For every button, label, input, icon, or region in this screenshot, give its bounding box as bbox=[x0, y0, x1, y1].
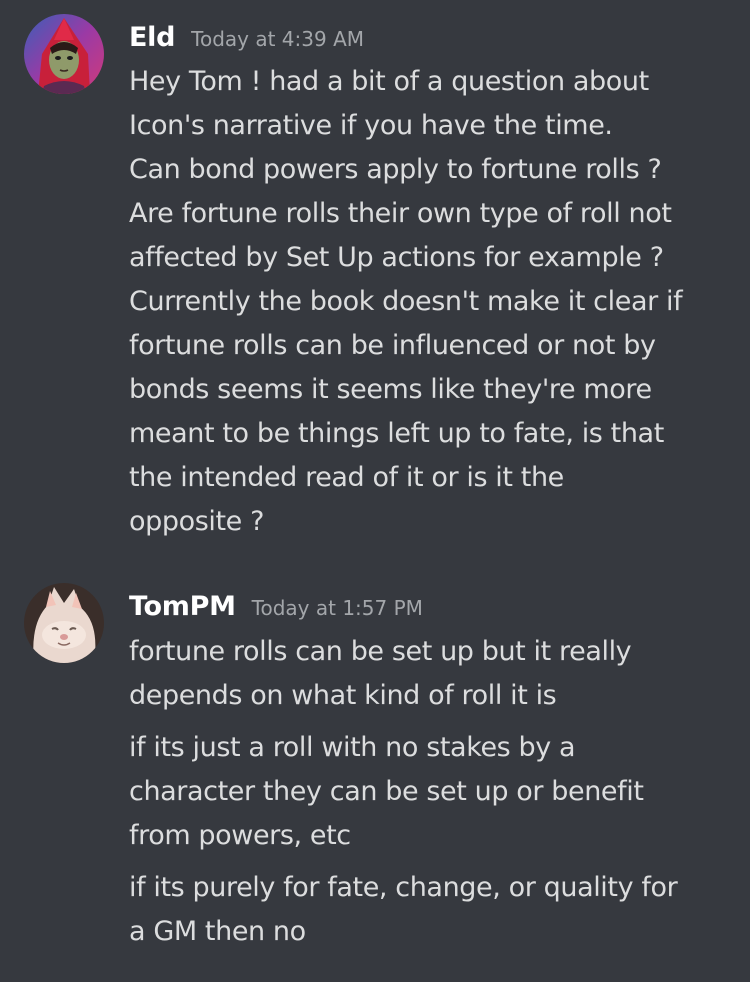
message-line: Hey Tom ! had a bit of a question about bbox=[129, 66, 649, 97]
message-line: meant to be things left up to fate, is t… bbox=[129, 418, 664, 449]
message-line: depends on what kind of roll it is bbox=[129, 680, 557, 711]
hooded-figure-avatar-icon bbox=[24, 14, 104, 94]
message-header: Eld Today at 4:39 AM bbox=[129, 22, 364, 53]
message-line: if its just a roll with no stakes by a bbox=[129, 732, 576, 763]
message-line: fortune rolls can be influenced or not b… bbox=[129, 330, 656, 361]
tompm-avatar[interactable] bbox=[24, 583, 104, 663]
username[interactable]: TomPM bbox=[129, 591, 236, 622]
message-line: Currently the book doesn't make it clear… bbox=[129, 286, 683, 317]
timestamp: Today at 1:57 PM bbox=[251, 596, 423, 620]
message-line: fortune rolls can be set up but it reall… bbox=[129, 636, 632, 667]
message-line: bonds seems it seems like they're more bbox=[129, 374, 652, 405]
message-line: Are fortune rolls their own type of roll… bbox=[129, 198, 672, 229]
message-content: Hey Tom ! had a bit of a question about … bbox=[129, 60, 729, 544]
message-paragraph: Hey Tom ! had a bit of a question about … bbox=[129, 60, 729, 544]
message-line: opposite ? bbox=[129, 506, 264, 537]
message-line: the intended read of it or is it the bbox=[129, 462, 564, 493]
message-paragraph: if its just a roll with no stakes by a c… bbox=[129, 726, 729, 858]
message-paragraph: fortune rolls can be set up but it reall… bbox=[129, 630, 729, 718]
message-line: from powers, etc bbox=[129, 820, 351, 851]
message-paragraph: if its purely for fate, change, or quali… bbox=[129, 866, 729, 954]
message-line: Icon's narrative if you have the time. bbox=[129, 110, 613, 141]
cat-face-avatar-icon bbox=[24, 583, 104, 663]
username[interactable]: Eld bbox=[129, 22, 175, 53]
message-content: fortune rolls can be set up but it reall… bbox=[129, 630, 729, 954]
message-line: Can bond powers apply to fortune rolls ? bbox=[129, 154, 662, 185]
message-line: if its purely for fate, change, or quali… bbox=[129, 872, 678, 903]
message-header: TomPM Today at 1:57 PM bbox=[129, 591, 423, 622]
timestamp: Today at 4:39 AM bbox=[191, 27, 365, 51]
message-line: affected by Set Up actions for example ? bbox=[129, 242, 664, 273]
message-line: a GM then no bbox=[129, 916, 306, 947]
message-line: character they can be set up or benefit bbox=[129, 776, 644, 807]
eld-avatar[interactable] bbox=[24, 14, 104, 94]
